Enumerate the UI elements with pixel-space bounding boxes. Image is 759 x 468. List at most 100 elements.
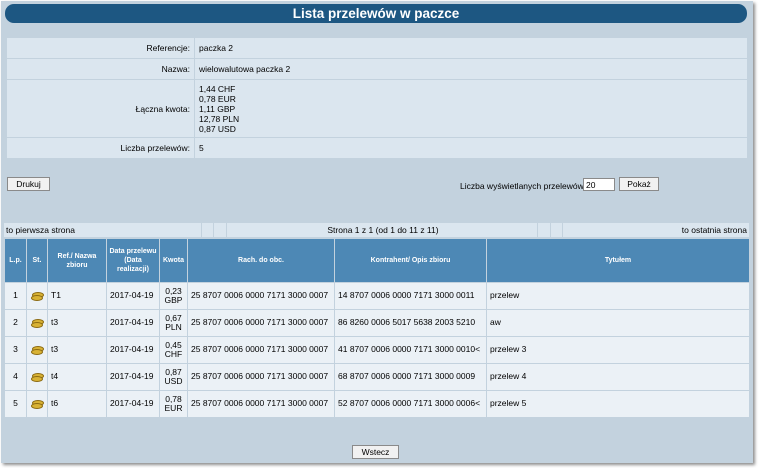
- column-header: Rach. do obc.: [187, 238, 335, 283]
- info-row-name: Nazwa: wielowalutowa paczka 2: [6, 58, 748, 80]
- page-status: Strona 1 z 1 (od 1 do 11 z 11): [327, 225, 439, 235]
- amount-line: 0,78 EUR: [199, 93, 236, 104]
- amount-cell: 0,87 USD: [159, 363, 188, 391]
- ref-cell: t3: [47, 336, 107, 364]
- debit-account-cell: 25 8707 0006 0000 7171 3000 0007: [187, 390, 335, 418]
- date-cell: 2017-04-19: [106, 390, 160, 418]
- debit-account-cell: 25 8707 0006 0000 7171 3000 0007: [187, 336, 335, 364]
- title-cell: przelew 5: [486, 390, 750, 418]
- pager-divider: [201, 223, 202, 237]
- coins-icon: [31, 373, 44, 382]
- debit-account-cell: 25 8707 0006 0000 7171 3000 0007: [187, 282, 335, 310]
- date-cell: 2017-04-19: [106, 363, 160, 391]
- ref-cell: T1: [47, 282, 107, 310]
- currency-code: USD: [164, 376, 183, 386]
- status-cell: [26, 336, 48, 364]
- column-header: St.: [26, 238, 48, 283]
- contractor-cell: 68 8707 0006 0000 7171 3000 0009: [334, 363, 487, 391]
- table-row[interactable]: 4 t4 2017-04-19 0,87 USD 25 8707 0006 000…: [4, 363, 750, 391]
- column-header: Ref./ Nazwa zbioru: [47, 238, 107, 283]
- status-cell: [26, 390, 48, 418]
- date-cell: 2017-04-19: [106, 282, 160, 310]
- package-info-table: Referencje: paczka 2 Nazwa: wielowalutow…: [6, 37, 748, 159]
- row-number: 2: [4, 309, 27, 337]
- amount-cell: 0,78 EUR: [159, 390, 188, 418]
- info-row-transfer-count: Liczba przelewów: 5: [6, 137, 748, 159]
- currency-code: CHF: [164, 349, 183, 359]
- coins-icon: [31, 319, 44, 328]
- column-header: Kwota: [159, 238, 188, 283]
- title-cell: przelew: [486, 282, 750, 310]
- row-number: 3: [4, 336, 27, 364]
- back-button[interactable]: Wstecz: [352, 445, 399, 459]
- amount-line: 1,44 CHF: [199, 83, 236, 94]
- amount-line: 12,78 PLN: [199, 113, 240, 124]
- debit-account-cell: 25 8707 0006 0000 7171 3000 0007: [187, 309, 335, 337]
- page-title: Lista przelewów w paczce: [5, 4, 747, 23]
- show-button[interactable]: Pokaż: [619, 177, 659, 191]
- info-value: paczka 2: [194, 37, 748, 59]
- contractor-cell: 86 8260 0006 5017 5638 2003 5210: [334, 309, 487, 337]
- displayed-count-label: Liczba wyświetlanych przelewów:: [460, 181, 587, 191]
- row-number: 4: [4, 363, 27, 391]
- contractor-cell: 14 8707 0006 0000 7171 3000 0011: [334, 282, 487, 310]
- amount-cell: 0,67 PLN: [159, 309, 188, 337]
- debit-account-cell: 25 8707 0006 0000 7171 3000 0007: [187, 363, 335, 391]
- row-number: 5: [4, 390, 27, 418]
- contractor-cell: 52 8707 0006 0000 7171 3000 0006<: [334, 390, 487, 418]
- amount-line: 1,11 GBP: [199, 103, 236, 114]
- info-label: Liczba przelewów:: [6, 137, 195, 159]
- info-row-total-amount: Łączna kwota: 1,44 CHF 0,78 EUR 1,11 GBP…: [6, 79, 748, 138]
- contractor-cell: 41 8707 0006 0000 7171 3000 0010<: [334, 336, 487, 364]
- amount-line: 0,87 USD: [199, 123, 236, 134]
- amount-cell: 0,23 GBP: [159, 282, 188, 310]
- currency-code: PLN: [165, 322, 182, 332]
- table-header-row: L.p. St. Ref./ Nazwa zbioru Data przelew…: [4, 238, 750, 283]
- pager: to pierwsza strona Strona 1 z 1 (od 1 do…: [4, 223, 749, 237]
- column-header: Data przelewu (Data realizacji): [106, 238, 160, 283]
- info-label: Referencje:: [6, 37, 195, 59]
- currency-code: GBP: [164, 295, 183, 305]
- coins-icon: [31, 346, 44, 355]
- column-header: Tytułem: [486, 238, 750, 283]
- ref-cell: t4: [47, 363, 107, 391]
- status-cell: [26, 309, 48, 337]
- table-row[interactable]: 3 t3 2017-04-19 0,45 CHF 25 8707 0006 000…: [4, 336, 750, 364]
- last-page-link[interactable]: to ostatnia strona: [682, 223, 747, 237]
- transfers-table: L.p. St. Ref./ Nazwa zbioru Data przelew…: [4, 238, 750, 418]
- date-cell: 2017-04-19: [106, 309, 160, 337]
- title-cell: przelew 3: [486, 336, 750, 364]
- pager-divider: [562, 223, 563, 237]
- status-cell: [26, 363, 48, 391]
- column-header: Kontrahent/ Opis zbioru: [334, 238, 487, 283]
- info-value: 5: [194, 137, 748, 159]
- info-value: 1,44 CHF 0,78 EUR 1,11 GBP 12,78 PLN 0,8…: [194, 79, 748, 138]
- currency-code: EUR: [164, 403, 183, 413]
- coins-icon: [31, 292, 44, 301]
- table-row[interactable]: 5 t6 2017-04-19 0,78 EUR 25 8707 0006 000…: [4, 390, 750, 418]
- info-value: wielowalutowa paczka 2: [194, 58, 748, 80]
- title-cell: aw: [486, 309, 750, 337]
- coins-icon: [31, 400, 44, 409]
- row-number: 1: [4, 282, 27, 310]
- pager-divider: [537, 223, 538, 237]
- displayed-count-input[interactable]: [583, 178, 615, 191]
- info-label: Nazwa:: [6, 58, 195, 80]
- date-cell: 2017-04-19: [106, 336, 160, 364]
- print-button[interactable]: Drukuj: [7, 177, 50, 191]
- table-row[interactable]: 2 t3 2017-04-19 0,67 PLN 25 8707 0006 000…: [4, 309, 750, 337]
- ref-cell: t3: [47, 309, 107, 337]
- info-label: Łączna kwota:: [6, 79, 195, 138]
- title-cell: przelew 4: [486, 363, 750, 391]
- column-header: L.p.: [4, 238, 27, 283]
- pager-divider: [226, 223, 227, 237]
- amount-cell: 0,45 CHF: [159, 336, 188, 364]
- table-row[interactable]: 1 T1 2017-04-19 0,23 GBP 25 8707 0006 000…: [4, 282, 750, 310]
- first-page-link[interactable]: to pierwsza strona: [6, 223, 75, 237]
- transfer-package-window: Lista przelewów w paczce Referencje: pac…: [1, 1, 753, 463]
- info-row-reference: Referencje: paczka 2: [6, 37, 748, 59]
- pager-divider: [213, 223, 214, 237]
- ref-cell: t6: [47, 390, 107, 418]
- status-cell: [26, 282, 48, 310]
- pager-divider: [550, 223, 551, 237]
